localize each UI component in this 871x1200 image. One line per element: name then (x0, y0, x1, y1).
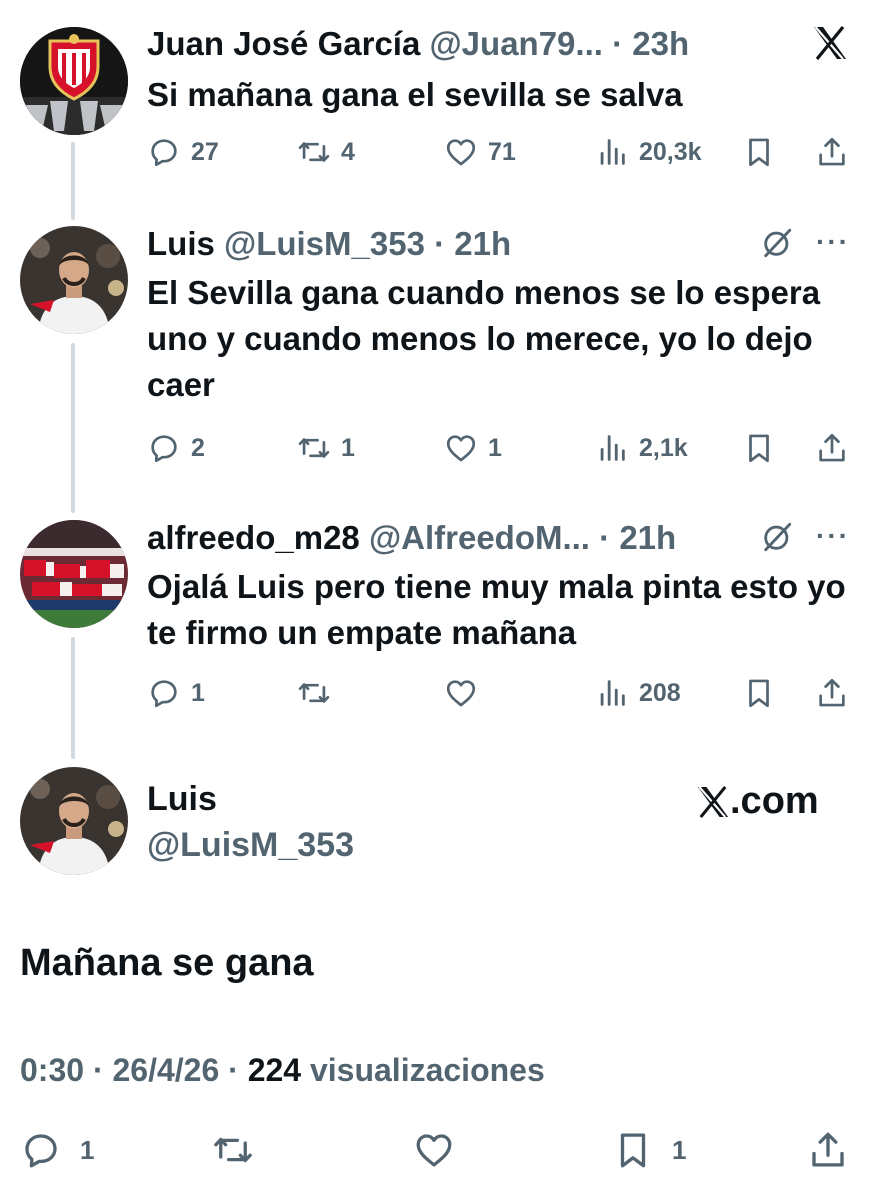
tweet-time[interactable]: · 21h (434, 225, 511, 262)
like-count: 1 (488, 433, 502, 462)
like-icon (446, 139, 476, 166)
bookmark-icon (620, 1133, 646, 1168)
like-count: 71 (488, 137, 516, 166)
author-name[interactable]: Juan José García (147, 25, 420, 62)
reply-button[interactable]: 2 (147, 428, 205, 468)
bookmark-icon (749, 679, 769, 708)
reply-icon (151, 139, 177, 167)
like-icon (446, 435, 476, 462)
retweet-icon (214, 1137, 252, 1163)
author-handle[interactable]: @LuisM_353 (224, 225, 425, 262)
main-tweet-actions: 1 1 (20, 1128, 851, 1172)
like-button[interactable]: 1 (444, 428, 502, 468)
tweet-timestamp[interactable]: 0:30 · 26/4/26 · (20, 1052, 248, 1088)
retweet-icon (298, 142, 330, 162)
bookmark-button[interactable] (742, 132, 776, 172)
retweet-icon (298, 438, 330, 458)
views-count: 224 (247, 1052, 302, 1088)
more-icon[interactable]: ··· (816, 520, 850, 552)
reply-icon (25, 1134, 57, 1168)
tweet-text: El Sevilla gana cuando menos se lo esper… (147, 274, 821, 403)
reply-icon (151, 435, 177, 463)
like-button[interactable] (444, 673, 488, 713)
like-icon (416, 1134, 452, 1167)
like-button[interactable] (413, 1128, 473, 1172)
views-label: visualizaciones (301, 1052, 545, 1088)
like-icon (446, 680, 476, 707)
author-name[interactable]: Luis (147, 780, 217, 819)
share-icon (819, 137, 845, 166)
share-icon (819, 433, 845, 462)
author-handle[interactable]: @AlfreedoM... (369, 519, 590, 556)
tweet-header: Juan José García @Juan79... · 23h (147, 24, 689, 64)
tweet-text: Ojalá Luis pero tiene muy mala pinta est… (147, 568, 846, 651)
like-button[interactable]: 71 (444, 132, 516, 172)
avatar[interactable] (20, 27, 128, 135)
reply-button[interactable]: 27 (147, 132, 219, 172)
tweet-time[interactable]: · 23h (612, 25, 689, 62)
tweet-time[interactable]: · 21h (599, 519, 676, 556)
retweet-button[interactable]: 4 (297, 132, 355, 172)
avatar[interactable] (20, 520, 128, 628)
views-icon (600, 680, 625, 706)
share-button[interactable] (807, 1128, 849, 1172)
grok-icon[interactable] (760, 226, 794, 265)
retweet-button[interactable]: 1 (297, 428, 355, 468)
retweet-button[interactable] (297, 673, 341, 713)
retweet-count: 1 (341, 433, 355, 462)
thread-line (71, 142, 75, 220)
share-icon (812, 1132, 844, 1167)
tweet-header: Luis @LuisM_353 · 21h (147, 224, 511, 264)
share-button[interactable] (815, 673, 849, 713)
bookmark-count: 1 (672, 1134, 687, 1165)
author-name[interactable]: alfreedo_m28 (147, 519, 360, 556)
bookmark-icon (749, 138, 769, 167)
brand-domain: .com (730, 780, 819, 822)
brand-watermark: .com (696, 780, 819, 823)
views-count: 208 (639, 678, 681, 707)
bookmark-button[interactable] (742, 428, 776, 468)
retweet-button[interactable] (212, 1128, 272, 1172)
bookmark-icon (749, 434, 769, 463)
bookmark-button[interactable] (742, 673, 776, 713)
views-count: 20,3k (639, 137, 702, 166)
views-button[interactable]: 2,1k (595, 428, 688, 468)
reply-button[interactable]: 1 (20, 1128, 94, 1172)
share-button[interactable] (815, 428, 849, 468)
thread-line (71, 637, 75, 759)
views-icon (600, 139, 625, 165)
tweet-actions: 1 208 (147, 673, 851, 713)
author-handle[interactable]: @Juan79... (430, 25, 603, 62)
views-button[interactable]: 20,3k (595, 132, 702, 172)
tweet-text: Si mañana gana el sevilla se salva (147, 76, 683, 113)
tweet-actions: 2 1 1 2,1k (147, 428, 851, 468)
tweet-text: Mañana se gana (20, 942, 314, 984)
author-handle[interactable]: @LuisM_353 (147, 826, 354, 865)
grok-icon[interactable] (760, 520, 794, 559)
reply-count: 1 (191, 678, 205, 707)
x-logo-icon (697, 785, 729, 818)
reply-button[interactable]: 1 (147, 673, 205, 713)
reply-count: 27 (191, 137, 219, 166)
views-icon (600, 435, 625, 461)
avatar[interactable] (20, 767, 128, 875)
tweet-meta: 0:30 · 26/4/26 · 224 visualizaciones (20, 1052, 545, 1089)
thread-line (71, 343, 75, 513)
more-icon[interactable]: ··· (816, 226, 850, 258)
reply-count: 2 (191, 433, 205, 462)
share-icon (819, 678, 845, 707)
avatar[interactable] (20, 226, 128, 334)
x-logo-icon (812, 25, 848, 65)
reply-icon (151, 680, 177, 708)
author-name[interactable]: Luis (147, 225, 215, 262)
bookmark-button[interactable]: 1 (612, 1128, 686, 1172)
retweet-icon (298, 683, 330, 703)
tweet-header: alfreedo_m28 @AlfreedoM... · 21h (147, 518, 676, 558)
share-button[interactable] (815, 132, 849, 172)
retweet-count: 4 (341, 137, 355, 166)
views-button[interactable]: 208 (595, 673, 681, 713)
tweet-actions: 27 4 71 20,3k (147, 132, 851, 172)
reply-count: 1 (80, 1134, 95, 1165)
views-count: 2,1k (639, 433, 688, 462)
